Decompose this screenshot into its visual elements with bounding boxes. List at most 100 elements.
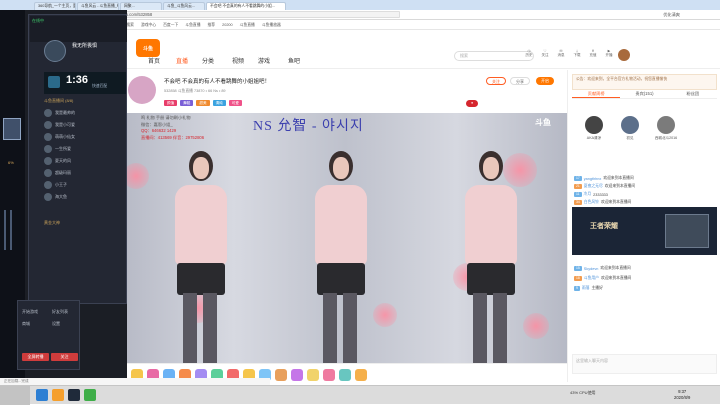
browser-tab[interactable]: 360导航_一个主页，整个世界 — [34, 2, 76, 10]
follow-overlay-button[interactable]: 关注 — [51, 353, 78, 361]
status-bar: 正在加载...完成 — [0, 378, 270, 385]
tag[interactable]: 甜美 — [196, 100, 210, 106]
info-line: QQ：646632 1429 — [141, 128, 177, 134]
bookmark-item[interactable]: 20200 — [222, 23, 233, 27]
nav-games[interactable]: 游戏 — [258, 56, 270, 65]
video-player[interactable]: 鸣 礼物 手册 请勿刷小礼物 微信：嘉恩小姐_ QQ：646632 1429 直… — [123, 113, 567, 363]
rank-entry[interactable]: 西城北斗2016 — [654, 116, 678, 141]
tag[interactable]: 颜值 — [164, 100, 178, 106]
follow-button[interactable]: 关注 — [486, 77, 506, 85]
site-logo[interactable]: 斗鱼 — [136, 39, 160, 57]
gift-icon[interactable] — [323, 368, 335, 381]
video-info-overlay: 鸣 礼物 手册 请勿刷小礼物 微信：嘉恩小姐_ QQ：646632 1429 直… — [141, 115, 204, 141]
client-status-text: 在线中 — [32, 18, 44, 23]
info-line: 微信：嘉恩小姐_ — [141, 121, 173, 127]
streamer-avatar[interactable] — [128, 76, 156, 104]
tab-vip[interactable]: 贵宾(151) — [620, 90, 668, 98]
gift-icon[interactable] — [339, 368, 351, 381]
hot-button[interactable]: 开启 — [536, 77, 554, 85]
bookmark-item[interactable]: 百度一下 — [163, 23, 178, 28]
gift-icon[interactable] — [307, 368, 319, 381]
friend-row[interactable]: 萌萌小仙女 — [44, 132, 124, 142]
gift-icon[interactable] — [355, 368, 367, 381]
ad-banner[interactable]: 王者荣耀 — [572, 207, 717, 255]
history-icon[interactable]: ◷ 历史 — [524, 49, 534, 62]
follow-icon[interactable]: ♡ 关注 — [540, 49, 550, 62]
nav-category[interactable]: 分类 — [202, 56, 214, 65]
rank-entry[interactable]: 初见 — [618, 116, 642, 141]
tag[interactable]: 可爱 — [228, 100, 242, 106]
rank-avatar — [621, 116, 639, 134]
start-button[interactable] — [0, 386, 30, 405]
friend-row[interactable]: 海大鱼 — [44, 192, 124, 202]
url-input[interactable]: https://www.douyu.com/532858 — [90, 11, 400, 18]
chat-user[interactable]: yangthhnx — [584, 177, 602, 181]
bookmark-item[interactable]: 游戏中心 — [141, 23, 156, 28]
tag[interactable]: 清纯 — [212, 100, 226, 106]
menu-item[interactable]: 商城 — [22, 321, 30, 327]
nav-live[interactable]: 直播 — [176, 56, 188, 65]
progress-rail — [4, 210, 6, 250]
search-input[interactable]: 搜索 — [454, 51, 534, 61]
douyu-taskbar-icon[interactable] — [52, 389, 64, 401]
friend-row[interactable]: 夏天的风 — [44, 156, 124, 166]
game-taskbar-icon[interactable] — [68, 389, 80, 401]
bookmark-item[interactable]: 推荐 — [208, 23, 216, 28]
browser-tab-active[interactable]: 不会吧 不会真的有人不看跳舞的小姐... — [206, 2, 286, 10]
download-icon[interactable]: ⤓ 下载 — [572, 49, 582, 62]
chat-user[interactable]: 冷月 — [584, 192, 592, 197]
watermark-logo: 斗鱼 — [535, 118, 551, 127]
recharge-icon[interactable]: ¥ 充值 — [588, 49, 598, 62]
gift-icon[interactable] — [275, 368, 287, 381]
menu-item[interactable]: 设置 — [52, 321, 60, 327]
user-avatar[interactable] — [618, 49, 630, 61]
tab-fans[interactable]: 粉丝团 — [669, 90, 717, 98]
chat-user[interactable]: 白色风铃 — [584, 200, 599, 205]
friend-row[interactable]: 超级玛丽 — [44, 168, 124, 178]
menu-item[interactable]: 开始游戏 — [22, 309, 38, 315]
friend-row[interactable]: 小王子 — [44, 180, 124, 190]
clock-date: 2020/8/9 — [674, 395, 691, 400]
bookmark-item[interactable]: 斗鱼播放器 — [262, 23, 281, 28]
avatar — [44, 145, 52, 153]
rebroadcast-button[interactable]: 全屏转播 — [22, 353, 49, 361]
nav-fishbar[interactable]: 鱼吧 — [288, 56, 300, 65]
chat-message: 21 夏夜之无尽 欢迎来到本直播间 — [574, 184, 716, 189]
friend-section-header[interactable]: 斗鱼直播间 (8/8) — [44, 98, 73, 104]
stream-info: 不会吧 不会真的有人不看跳舞的小姐姐吧！ 532858 斗鱼直播 73870 •… — [128, 70, 566, 113]
ad-product-image — [665, 214, 709, 248]
gift-icon[interactable] — [291, 368, 303, 381]
client-status: 在线中 — [30, 16, 127, 42]
player-avatar[interactable] — [44, 40, 66, 62]
cpu-indicator: 43% CPU使用 — [570, 390, 596, 395]
system-clock[interactable]: 9:37 2020/8/9 — [674, 389, 690, 401]
client-menu-panel: 开始游戏 好友列表 商城 设置 全屏转播 关注 — [17, 300, 80, 370]
tab-weekly-rank[interactable]: 贡献周榜 — [572, 90, 621, 98]
nav-home[interactable]: 首页 — [148, 56, 160, 65]
friend-row[interactable]: 我是最帅的 — [44, 108, 124, 118]
message-label: 消息 — [557, 53, 565, 57]
tag[interactable]: 舞蹈 — [180, 100, 194, 106]
message-icon[interactable]: ✉ 消息 — [556, 49, 566, 62]
bookmark-item[interactable]: 斗鱼直播 — [185, 23, 200, 28]
friend-row[interactable]: 我是小可爱 — [44, 120, 124, 130]
bookmark-item[interactable]: 斗鱼直播 — [240, 23, 255, 28]
browser-tab[interactable]: 网聚... — [120, 2, 162, 10]
chat-input[interactable]: 这里输入聊天内容 — [572, 354, 717, 374]
browser-taskbar-icon[interactable] — [36, 389, 48, 401]
chat-user[interactable]: 斗鱼用户 — [584, 276, 599, 281]
rank-entry[interactable]: AKA清凉 — [582, 116, 606, 141]
menu-item[interactable]: 好友列表 — [52, 309, 68, 315]
browser-user[interactable]: 优化清爽 — [663, 12, 680, 18]
browser-tab[interactable]: 斗鱼_斗鱼风云... — [163, 2, 205, 10]
app-taskbar-icon[interactable] — [84, 389, 96, 401]
download-label: 下载 — [573, 53, 581, 57]
nav-video[interactable]: 视频 — [232, 56, 244, 65]
chat-user[interactable]: 夏夜之无尽 — [584, 184, 603, 189]
chat-user[interactable]: 雨落 — [582, 286, 590, 291]
chat-user[interactable]: Skydevn — [584, 267, 599, 271]
browser-tab[interactable]: 斗鱼风云 - 斗鱼直播_每天都... — [77, 2, 119, 10]
share-button[interactable]: 分享 — [510, 77, 530, 85]
friend-row[interactable]: 一生所爱 — [44, 144, 124, 154]
broadcast-icon[interactable]: ▶ 开播 — [604, 49, 614, 62]
